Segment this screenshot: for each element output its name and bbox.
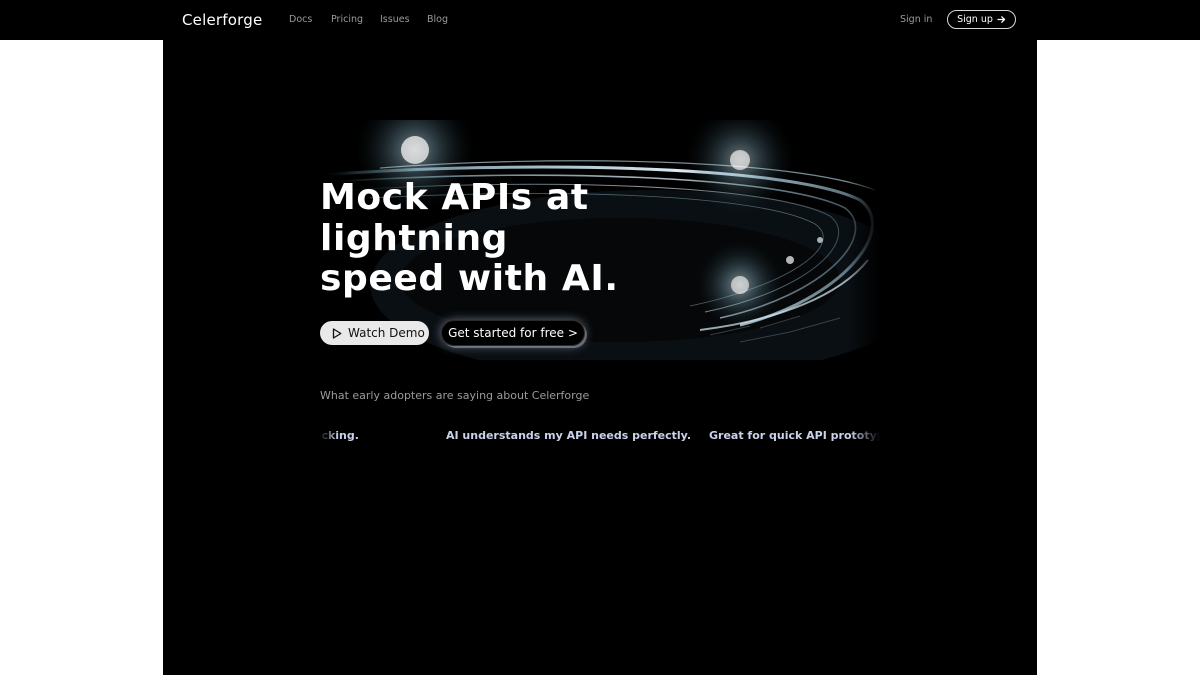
play-icon (332, 327, 342, 339)
get-started-label: Get started for free > (448, 326, 578, 340)
nav-link-issues[interactable]: Issues (380, 14, 410, 25)
watch-demo-button[interactable]: Watch Demo (320, 321, 429, 345)
arrow-right-icon (997, 16, 1006, 23)
testimonial-quote: AI understands my API needs perfectly. (446, 429, 692, 442)
top-navigation-bar: Celerforge Docs Pricing Issues Blog Sign… (0, 0, 1200, 40)
nav-link-pricing[interactable]: Pricing (331, 14, 363, 25)
sign-up-label: Sign up (957, 14, 993, 25)
testimonial-quote: Great for quick API prototyping. (709, 429, 880, 442)
nav-link-blog[interactable]: Blog (427, 14, 448, 25)
hero-section: Mock APIs at lightning speed with AI. Wa… (163, 40, 1037, 675)
brand-logo[interactable]: Celerforge (182, 11, 262, 29)
hero-headline: Mock APIs at lightning speed with AI. (320, 177, 650, 300)
sign-up-button[interactable]: Sign up (947, 10, 1016, 29)
testimonial-quote: Fast API mocking. (320, 429, 359, 442)
nav-link-docs[interactable]: Docs (289, 14, 312, 25)
watch-demo-label: Watch Demo (348, 326, 425, 340)
get-started-button[interactable]: Get started for free > (441, 320, 585, 346)
sign-in-link[interactable]: Sign in (900, 14, 932, 25)
headline-line: Mock APIs at (320, 177, 589, 218)
headline-line: speed with AI. (320, 258, 619, 299)
headline-line: lightning (320, 217, 509, 259)
testimonial-marquee: Fast API mocking. AI understands my API … (320, 426, 880, 446)
testimonials-intro: What early adopters are saying about Cel… (320, 389, 590, 402)
